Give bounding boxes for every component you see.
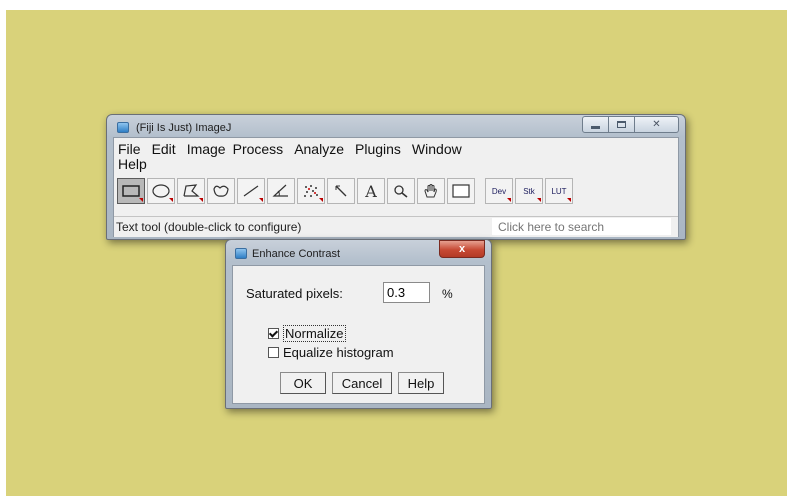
dev-tool-button[interactable]: Dev [485, 178, 513, 204]
stk-tool-label: Stk [523, 186, 535, 196]
normalize-checkbox[interactable] [268, 328, 279, 339]
main-titlebar[interactable]: (Fiji Is Just) ImageJ ✕ [107, 115, 685, 137]
menu-process[interactable]: Process [233, 141, 284, 157]
maximize-icon [617, 121, 626, 128]
menu-help[interactable]: Help [118, 156, 147, 172]
enhance-contrast-dialog: Enhance Contrast x Saturated pixels: % N… [225, 239, 492, 409]
dialog-button-row: OK Cancel Help [280, 372, 444, 394]
minimize-icon [591, 125, 600, 129]
wand-tool-icon[interactable] [327, 178, 355, 204]
window-controls: ✕ [582, 116, 679, 133]
color-picker-tool-icon[interactable] [447, 178, 475, 204]
help-button[interactable]: Help [398, 372, 444, 394]
angle-tool-icon[interactable] [267, 178, 295, 204]
main-client-area: File Edit Image Process Analyze Plugins Window… [113, 137, 679, 237]
percent-unit-label: % [442, 287, 453, 301]
multipoint-tool-icon[interactable] [297, 178, 325, 204]
menubar: File Edit Image Process Analyze Plugins Window… [118, 142, 618, 172]
fiji-app-icon [235, 248, 247, 259]
stk-tool-button[interactable]: Stk [515, 178, 543, 204]
magnifier-tool-icon[interactable] [387, 178, 415, 204]
imagej-main-window: (Fiji Is Just) ImageJ ✕ File Edit Image Pro… [106, 114, 686, 240]
search-input[interactable] [492, 218, 671, 235]
menu-image[interactable]: Image [187, 141, 226, 157]
desktop: (Fiji Is Just) ImageJ ✕ File Edit Image Pro… [6, 10, 787, 496]
dev-tool-label: Dev [491, 186, 507, 196]
ok-button[interactable]: OK [280, 372, 326, 394]
dialog-client-area: Saturated pixels: % Normalize Equalize h… [232, 265, 485, 404]
dialog-titlebar[interactable]: Enhance Contrast x [226, 240, 491, 262]
saturated-pixels-label: Saturated pixels: [246, 286, 343, 301]
text-tool-icon[interactable]: A [357, 178, 385, 204]
equalize-histogram-checkbox[interactable] [268, 347, 279, 358]
dialog-close-button[interactable]: x [439, 240, 485, 258]
saturated-pixels-input[interactable] [383, 282, 430, 303]
rectangle-tool-icon[interactable] [117, 178, 145, 204]
freehand-tool-icon[interactable] [207, 178, 235, 204]
menu-window[interactable]: Window [412, 141, 462, 157]
status-bar: Text tool (double-click to configure) [114, 216, 678, 237]
hand-tool-icon[interactable] [417, 178, 445, 204]
lut-tool-label: LUT [551, 186, 567, 196]
menu-plugins[interactable]: Plugins [355, 141, 401, 157]
equalize-row[interactable]: Equalize histogram [268, 345, 394, 360]
lut-tool-button[interactable]: LUT [545, 178, 573, 204]
close-button[interactable]: ✕ [635, 116, 679, 133]
cancel-button[interactable]: Cancel [332, 372, 392, 394]
close-icon: ✕ [652, 119, 661, 130]
normalize-label: Normalize [283, 325, 346, 342]
oval-tool-icon[interactable] [147, 178, 175, 204]
polygon-tool-icon[interactable] [177, 178, 205, 204]
normalize-row[interactable]: Normalize [268, 325, 346, 342]
menu-file[interactable]: File [118, 141, 141, 157]
fiji-app-icon [117, 122, 129, 133]
maximize-button[interactable] [609, 116, 635, 133]
dialog-title: Enhance Contrast [252, 248, 341, 260]
status-text: Text tool (double-click to configure) [116, 220, 302, 234]
minimize-button[interactable] [582, 116, 609, 133]
close-icon: x [458, 243, 466, 255]
toolbar: A Dev Stk LUT [117, 178, 573, 206]
menu-analyze[interactable]: Analyze [294, 141, 344, 157]
menu-edit[interactable]: Edit [152, 141, 176, 157]
equalize-histogram-label: Equalize histogram [283, 345, 394, 360]
line-tool-icon[interactable] [237, 178, 265, 204]
main-window-title: (Fiji Is Just) ImageJ [136, 122, 232, 134]
